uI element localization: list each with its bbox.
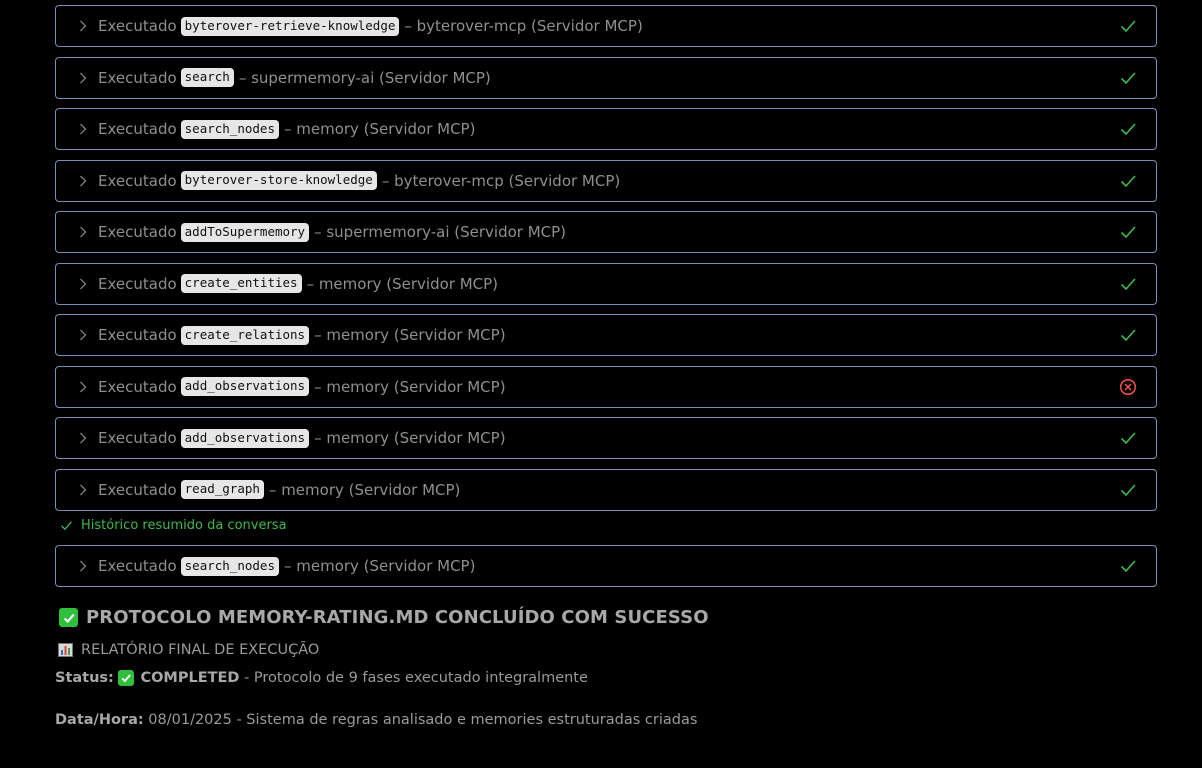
mcp-server-label: – memory (Servidor MCP) [314,377,506,396]
tool-call-row[interactable]: Executado search_nodes – memory (Servidor … [55,545,1157,587]
tool-call-verb: Executado [98,429,177,447]
status-label: Status: [55,670,114,686]
chevron-right-icon[interactable] [78,328,88,342]
tool-name-code: search [180,68,234,87]
tool-call-row[interactable]: Executado byterover-store-knowledge – byte… [55,159,1157,202]
check-icon [1118,16,1138,36]
chevron-right-icon[interactable] [78,19,88,33]
tool-name-code: byterover-retrieve-knowledge [180,16,400,36]
chevron-right-icon[interactable] [78,483,88,497]
mcp-server-label: – memory (Servidor MCP) [306,274,499,293]
tool-call-verb: Executado [98,171,177,190]
tool-name-code: create_entities [180,274,302,293]
tool-call-verb: Executado [98,377,177,396]
check-icon [1118,556,1138,576]
datetime-line: Data/Hora: 08/01/2025 - Sistema de regra… [55,710,1157,730]
status-description: - Protocolo de 9 fases executado integra… [239,670,588,686]
error-circle-icon [1118,377,1138,397]
status-line: Status: COMPLETED - Protocolo de 9 fases… [55,668,1157,688]
tool-call-verb: Executado [98,68,177,87]
chevron-right-icon[interactable] [78,225,88,239]
tool-call-row[interactable]: Executado create_entities – memory (Servid… [55,262,1157,305]
check-icon [1118,325,1138,345]
check-icon [1118,119,1138,139]
tool-call-verb: Executado [98,17,177,35]
mcp-server-label: – memory (Servidor MCP) [314,326,506,344]
mcp-server-label: – memory (Servidor MCP) [283,120,476,138]
tool-name-code: create_relations [180,325,310,345]
report-subtitle-text: RELATÓRIO FINAL DE EXECUÇÃO [81,642,320,658]
tool-call-row[interactable]: Executado search_nodes – memory (Servidor … [55,108,1157,150]
check-mark-button-emoji-icon [118,670,135,686]
chat-transcript: Executado byterover-retrieve-knowledge – b… [55,5,1157,730]
mcp-server-label: – byterover-mcp (Servidor MCP) [381,171,621,190]
datetime-label: Data/Hora: [55,712,144,728]
tool-call-list: Executado byterover-retrieve-knowledge – b… [55,5,1157,511]
mcp-server-label: – memory (Servidor MCP) [314,429,506,447]
check-mark-button-emoji-icon [59,608,78,627]
tool-call-row[interactable]: Executado add_observations – memory (Servi… [55,365,1157,408]
tool-call-row[interactable]: Executado create_relations – memory (Servi… [55,314,1157,356]
tool-call-row[interactable]: Executado read_graph – memory (Servidor MC… [55,468,1157,511]
tool-call-verb: Executado [98,326,177,344]
chevron-right-icon[interactable] [78,380,88,394]
tool-name-code: search_nodes [180,119,279,139]
mcp-server-label: – memory (Servidor MCP) [268,480,461,499]
summary-label: Histórico resumido da conversa [81,517,287,533]
tool-name-code: addToSupermemory [180,222,310,242]
tool-call-row[interactable]: Executado addToSupermemory – supermemory-a… [55,211,1157,253]
check-icon [1118,68,1138,88]
check-icon [1118,480,1138,500]
tool-call-list-after: Executado search_nodes – memory (Servidor … [55,545,1157,587]
datetime-value: 08/01/2025 - Sistema de regras analisado… [143,712,698,728]
tool-name-code: byterover-store-knowledge [180,171,377,190]
check-icon [60,519,73,532]
conversation-summary-note: Histórico resumido da conversa [55,514,1157,536]
chevron-right-icon[interactable] [78,559,88,573]
mcp-server-label: – memory (Servidor MCP) [283,557,476,575]
bar-chart-emoji-icon [58,643,73,657]
tool-call-row[interactable]: Executado add_observations – memory (Servi… [55,417,1157,459]
tool-name-code: add_observations [180,428,310,448]
tool-call-verb: Executado [98,480,177,499]
mcp-server-label: – supermemory-ai (Servidor MCP) [238,68,491,87]
check-icon [1118,274,1138,294]
tool-call-verb: Executado [98,120,177,138]
chevron-right-icon[interactable] [78,431,88,445]
check-icon [1118,428,1138,448]
mcp-server-label: – byterover-mcp (Servidor MCP) [404,17,643,35]
tool-call-verb: Executado [98,274,177,293]
tool-name-code: search_nodes [180,556,279,576]
check-icon [1118,222,1138,242]
chevron-right-icon[interactable] [78,71,88,85]
tool-name-code: read_graph [180,480,264,499]
report-title: PROTOCOLO MEMORY-RATING.MD CONCLUÍDO COM… [55,607,1157,628]
chevron-right-icon[interactable] [78,277,88,291]
tool-call-row[interactable]: Executado byterover-retrieve-knowledge – b… [55,5,1157,47]
report-subtitle: RELATÓRIO FINAL DE EXECUÇÃO [55,642,1157,658]
status-value: COMPLETED [140,670,240,686]
chevron-right-icon[interactable] [78,122,88,136]
report-title-text: PROTOCOLO MEMORY-RATING.MD CONCLUÍDO COM… [86,607,709,628]
tool-call-verb: Executado [98,223,177,241]
tool-call-verb: Executado [98,557,177,575]
chevron-right-icon[interactable] [78,174,88,188]
tool-call-row[interactable]: Executado search – supermemory-ai (Servido… [55,56,1157,99]
tool-name-code: add_observations [180,377,310,396]
check-icon [1118,171,1138,191]
mcp-server-label: – supermemory-ai (Servidor MCP) [314,223,567,241]
